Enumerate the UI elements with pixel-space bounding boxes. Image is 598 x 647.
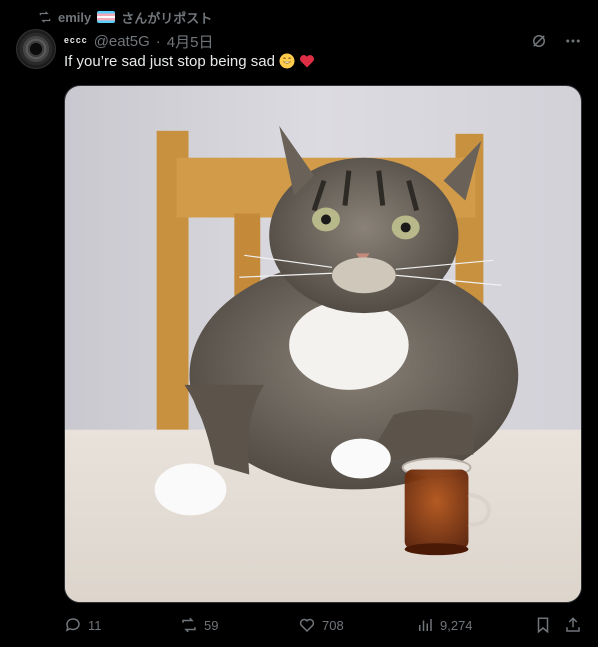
views-icon (419, 619, 432, 631)
display-name[interactable]: ᵉᶜᶜᶜ (64, 34, 88, 49)
share-icon (566, 617, 580, 632)
tweet-text: If you’re sad just stop being sad (64, 53, 315, 70)
separator: · (155, 32, 161, 50)
repost-icon (182, 617, 196, 633)
repost-suffix: さんがリポスト (121, 10, 213, 26)
bookmark-button[interactable] (534, 616, 552, 634)
reposter-name[interactable]: emily (58, 10, 91, 25)
avatar[interactable] (16, 29, 56, 69)
user-handle[interactable]: @eat5G (94, 33, 150, 50)
post-date[interactable]: 4月5日 (167, 31, 214, 52)
grinning-face-icon (279, 53, 295, 69)
views-count: 9,274 (440, 617, 473, 633)
repost-context[interactable]: emily さんがリポスト (38, 8, 212, 26)
action-bar: 11 59 708 9,274 (64, 614, 582, 636)
like-icon (299, 618, 315, 633)
reply-icon (65, 618, 80, 632)
reply-count: 11 (88, 617, 102, 633)
more-icon[interactable] (564, 32, 582, 50)
like-button[interactable]: 708 (298, 616, 344, 634)
repost-button[interactable]: 59 (180, 616, 218, 634)
grok-icon[interactable] (530, 32, 548, 50)
cat-at-table-photo (65, 86, 581, 602)
reply-button[interactable]: 11 (64, 616, 102, 634)
share-button[interactable] (564, 616, 582, 634)
repost-icon (39, 11, 51, 23)
trans-flag-icon (97, 11, 116, 23)
views-button[interactable]: 9,274 (416, 616, 473, 634)
red-heart-icon (300, 55, 315, 68)
tweet-photo[interactable] (64, 85, 582, 603)
bookmark-icon (537, 617, 549, 634)
repost-count: 59 (204, 617, 219, 633)
tweet-header: ᵉᶜᶜᶜ @eat5G · 4月5日 (64, 30, 582, 52)
tweet-body: If you’re sad just stop being sad (64, 53, 275, 70)
like-count: 708 (322, 617, 344, 633)
